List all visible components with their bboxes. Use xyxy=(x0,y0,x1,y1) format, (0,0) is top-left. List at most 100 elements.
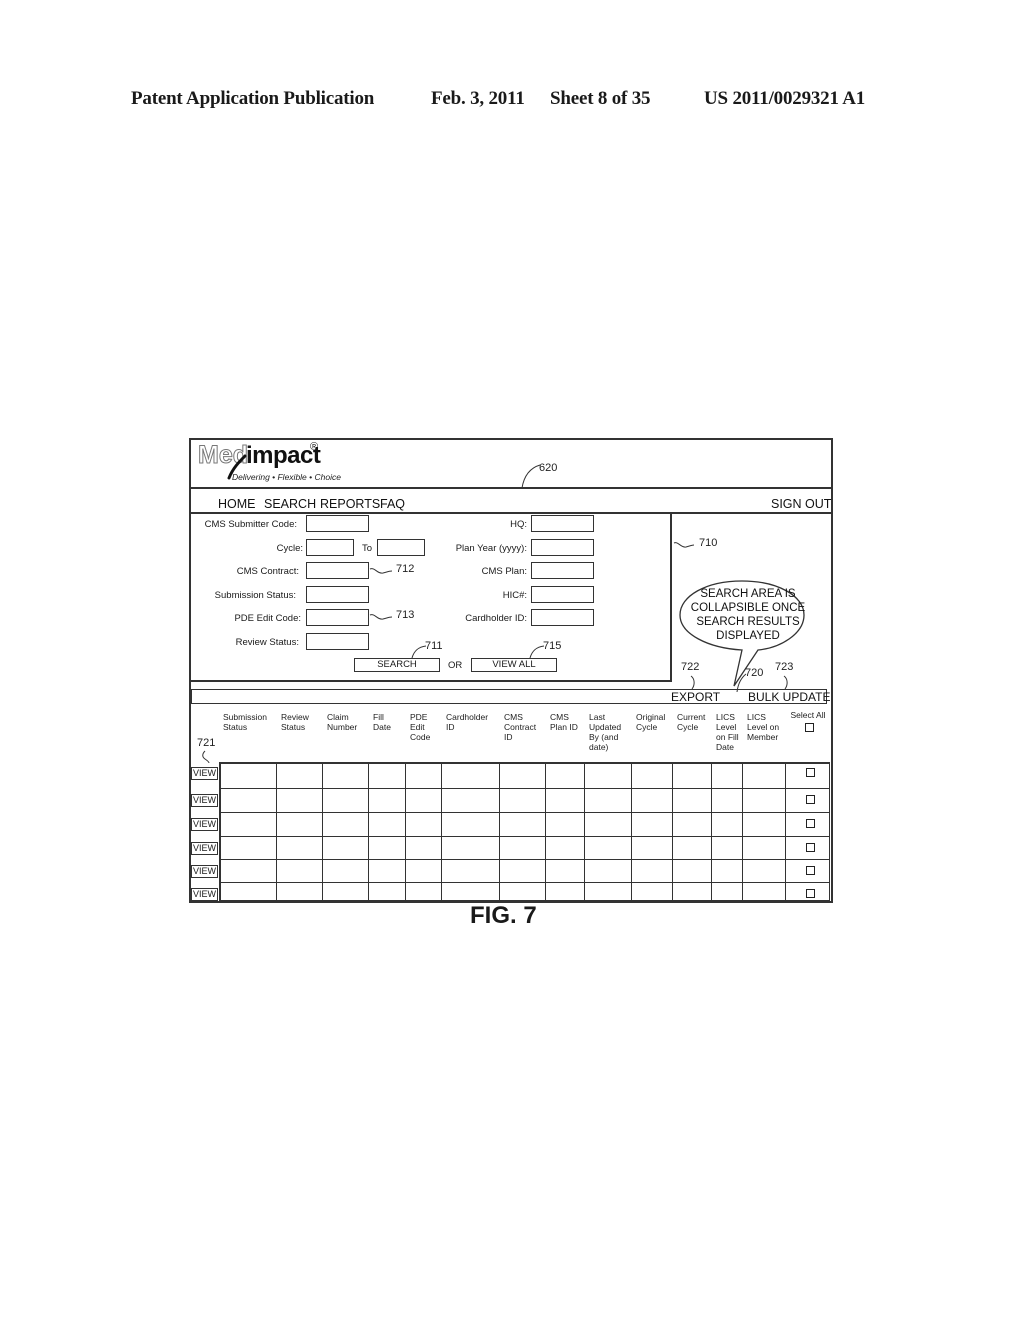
hic-label: HIC#: xyxy=(502,590,527,601)
column-header: Current Cycle xyxy=(677,712,706,732)
pde-edit-code-input[interactable] xyxy=(306,609,369,626)
hq-input[interactable] xyxy=(531,515,594,532)
nav-search[interactable]: SEARCH xyxy=(264,497,316,511)
table-cell xyxy=(673,789,712,813)
table-cell xyxy=(673,762,712,789)
column-header[interactable]: Select All xyxy=(786,710,830,720)
table-cell xyxy=(219,789,277,813)
table-cell xyxy=(442,813,500,837)
table-cell xyxy=(406,883,442,901)
table-cell xyxy=(585,813,632,837)
figure-label: FIG. 7 xyxy=(470,902,537,929)
view-button-column xyxy=(189,762,219,901)
row-select-checkbox[interactable] xyxy=(806,889,815,898)
cycle-to-label: To xyxy=(362,543,373,554)
review-status-input[interactable] xyxy=(306,633,369,650)
table-cell xyxy=(369,860,406,883)
row-select-checkbox[interactable] xyxy=(806,768,815,777)
table-cell xyxy=(442,883,500,901)
header-divider xyxy=(189,487,831,489)
nav-faq[interactable]: FAQ xyxy=(380,497,405,511)
ref-numeral-715: 715 xyxy=(543,640,562,652)
table-cell xyxy=(546,837,585,860)
table-cell xyxy=(442,789,500,813)
table-cell xyxy=(712,813,743,837)
table-cell xyxy=(546,789,585,813)
table-cell xyxy=(323,837,369,860)
table-cell xyxy=(406,813,442,837)
cms-plan-label: CMS Plan: xyxy=(481,566,527,577)
table-cell xyxy=(585,762,632,789)
ref-numeral-710: 710 xyxy=(699,537,718,549)
table-cell xyxy=(323,860,369,883)
table-cell xyxy=(277,813,323,837)
bulk-update-button[interactable]: BULK UPDATE xyxy=(748,690,830,704)
cycle-from-input[interactable] xyxy=(306,539,354,556)
cms-contract-label: CMS Contract: xyxy=(236,566,299,577)
hq-label: HQ: xyxy=(510,519,527,530)
table-cell xyxy=(500,789,546,813)
sign-out-link[interactable]: SIGN OUT xyxy=(771,497,831,511)
table-cell xyxy=(632,883,673,901)
ref-numeral-721: 721 xyxy=(197,737,216,749)
logo-tagline: Delivering • Flexible • Choice xyxy=(232,472,341,482)
cycle-to-input[interactable] xyxy=(377,539,425,556)
select-all-checkbox[interactable] xyxy=(805,723,814,732)
cardholder-id-input[interactable] xyxy=(531,609,594,626)
table-cell xyxy=(369,883,406,901)
table-cell xyxy=(712,883,743,901)
table-cell xyxy=(406,860,442,883)
row-select-checkbox[interactable] xyxy=(806,795,815,804)
table-cell xyxy=(743,837,786,860)
cms-contract-input[interactable] xyxy=(306,562,369,579)
table-cell xyxy=(585,789,632,813)
table-cell xyxy=(500,762,546,789)
leader-line-712 xyxy=(369,568,393,574)
plan-year-label: Plan Year (yyyy): xyxy=(455,543,527,554)
column-header: Review Status xyxy=(281,712,309,732)
table-cell xyxy=(585,883,632,901)
column-header: Submission Status xyxy=(223,712,267,732)
submission-status-input[interactable] xyxy=(306,586,369,603)
cardholder-id-label: Cardholder ID: xyxy=(465,613,527,624)
callout-line-4: DISPLAYED xyxy=(716,630,780,642)
ref-numeral-723: 723 xyxy=(775,661,794,673)
cms-plan-input[interactable] xyxy=(531,562,594,579)
ref-numeral-620: 620 xyxy=(539,462,558,474)
table-cell xyxy=(546,860,585,883)
table-cell xyxy=(323,789,369,813)
table-cell xyxy=(369,762,406,789)
logo-registered-mark: ® xyxy=(310,441,319,453)
table-cell xyxy=(585,860,632,883)
view-all-button[interactable]: VIEW ALL xyxy=(471,658,557,672)
table-cell xyxy=(500,813,546,837)
table-cell xyxy=(743,762,786,789)
row-select-checkbox[interactable] xyxy=(806,866,815,875)
cms-submitter-code-label: CMS Submitter Code: xyxy=(204,519,297,530)
table-cell xyxy=(712,762,743,789)
row-select-checkbox[interactable] xyxy=(806,843,815,852)
column-header: Original Cycle xyxy=(636,712,666,732)
table-cell xyxy=(673,883,712,901)
nav-home[interactable]: HOME xyxy=(218,497,256,511)
row-select-checkbox[interactable] xyxy=(806,819,815,828)
table-cell xyxy=(442,837,500,860)
table-cell xyxy=(546,762,585,789)
table-cell xyxy=(369,813,406,837)
ref-numeral-722: 722 xyxy=(681,661,700,673)
cms-submitter-code-input[interactable] xyxy=(306,515,369,532)
publication-title: Patent Application Publication xyxy=(131,88,375,109)
column-header: Claim Number xyxy=(327,712,358,732)
table-cell xyxy=(219,883,277,901)
table-cell xyxy=(743,860,786,883)
table-cell xyxy=(546,813,585,837)
plan-year-input[interactable] xyxy=(531,539,594,556)
export-button[interactable]: EXPORT xyxy=(671,690,720,704)
hic-input[interactable] xyxy=(531,586,594,603)
results-action-bar xyxy=(191,689,827,704)
table-cell xyxy=(323,813,369,837)
table-cell xyxy=(323,762,369,789)
nav-reports[interactable]: REPORTS xyxy=(320,497,380,511)
search-button[interactable]: SEARCH xyxy=(354,658,440,672)
table-cell xyxy=(632,813,673,837)
